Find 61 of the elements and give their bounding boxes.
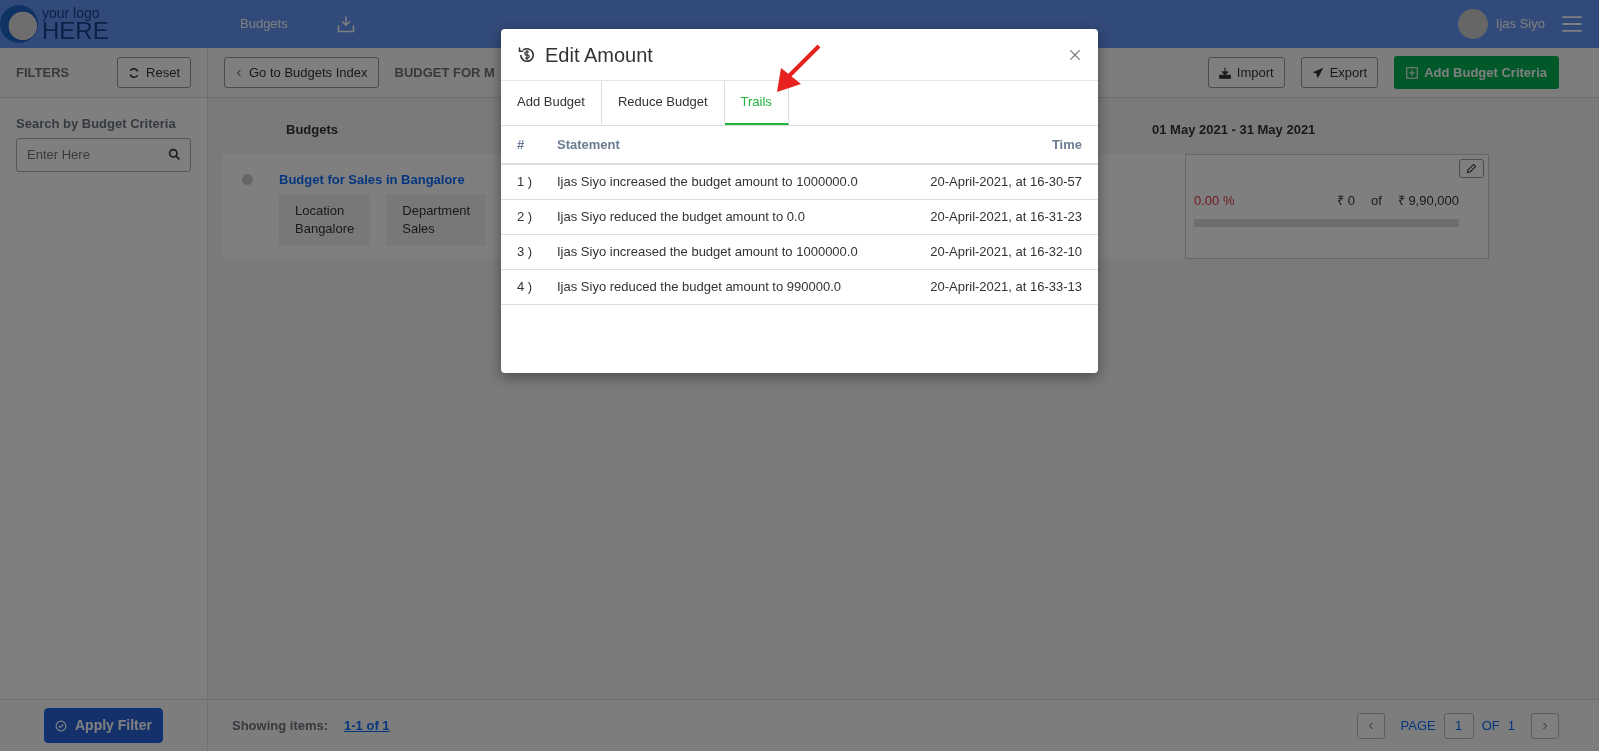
edit-button[interactable] xyxy=(1459,159,1484,178)
statement-cell-text: Ijas Siyo increased the budget amount to 1000000.0 xyxy=(557,243,859,262)
filters-title: FILTERS xyxy=(16,63,70,82)
budget-tag: Department Sales xyxy=(386,193,487,246)
time-cell-text: 20-April-2021, at 16-32-10 xyxy=(930,243,1082,262)
budget-tag: Location Bangalore xyxy=(279,193,371,246)
statement-cell-text: Ijas Siyo increased the budget amount to 1000000.0 xyxy=(557,173,859,192)
page-field[interactable]: 1 xyxy=(1443,712,1474,739)
row-number: 4 ) xyxy=(517,278,534,297)
avatar[interactable] xyxy=(1457,9,1488,39)
modal-tab[interactable]: Add Budget xyxy=(501,81,602,125)
previous-page-button[interactable] xyxy=(1356,712,1385,739)
column-header: Statement xyxy=(557,135,621,154)
row-number: 3 ) xyxy=(517,243,534,262)
time-cell-text: 20-April-2021, at 16-31-23 xyxy=(930,208,1082,227)
refresh-icon xyxy=(128,66,141,79)
user-name[interactable]: Ijas Siyo xyxy=(1495,14,1545,34)
reset-button[interactable]: Reset xyxy=(117,56,191,89)
plus-square-icon xyxy=(1406,66,1419,79)
range-link[interactable]: 1-1 of 1 xyxy=(344,715,390,736)
time-cell-text: 20-April-2021, at 16-30-57 xyxy=(930,173,1082,192)
search-icon xyxy=(168,147,181,161)
percentage: 0.00 % xyxy=(1194,192,1235,210)
paper-plane-icon xyxy=(1311,66,1324,79)
budget-link[interactable]: Budget for Sales in Bangalore xyxy=(279,170,487,190)
row-number: 2 ) xyxy=(517,208,534,227)
import-button[interactable]: Import xyxy=(1207,56,1285,89)
chevron-left-icon xyxy=(1366,720,1375,731)
column-header: 01 May 2021 - 31 May 2021 xyxy=(1152,121,1316,140)
time-cell-text: 20-April-2021, at 16-33-13 xyxy=(930,278,1082,297)
row-number: 1 ) xyxy=(517,173,534,192)
showing-label: Showing items: xyxy=(232,716,329,735)
page-label: PAGE xyxy=(1400,716,1436,735)
search-label: Search by Budget Criteria xyxy=(16,115,177,133)
of-label: OF xyxy=(1481,716,1500,735)
download-icon xyxy=(1218,66,1231,79)
pencil-icon xyxy=(1466,163,1477,174)
next-page-button[interactable] xyxy=(1531,712,1559,739)
chevron-right-icon xyxy=(1541,720,1549,731)
back-button[interactable]: Go to Budgets Index xyxy=(224,56,379,89)
page-count: 1 xyxy=(1507,716,1515,735)
page-title: BUDGET FOR M xyxy=(394,63,495,82)
apply-filter-button[interactable]: Apply Filter xyxy=(44,708,163,743)
column-header: Budgets xyxy=(286,121,339,140)
modal-title: Edit Amount xyxy=(545,42,653,68)
search-field[interactable]: Enter Here xyxy=(16,137,191,172)
statement-cell-text: Ijas Siyo reduced the budget amount to 0.0 xyxy=(557,208,806,227)
spent-amount: ₹ 0 xyxy=(1337,192,1355,210)
total-amount: ₹ 9,90,000 xyxy=(1397,192,1459,210)
export-button[interactable]: Export xyxy=(1300,56,1379,89)
column-header: Time xyxy=(1051,135,1082,154)
check-circle-icon xyxy=(55,719,67,732)
chevron-left-icon xyxy=(235,67,243,78)
column-header: # xyxy=(517,135,526,154)
status-dot xyxy=(242,174,253,185)
statement-cell-text: Ijas Siyo reduced the budget amount to 990000.0 xyxy=(557,278,843,297)
menu-icon xyxy=(1561,13,1583,35)
tray-download-icon xyxy=(335,14,356,34)
nav-link[interactable]: Budgets xyxy=(240,14,288,34)
add-criteria-button[interactable]: Add Budget Criteria xyxy=(1394,55,1559,90)
of-label: of xyxy=(1370,192,1382,210)
